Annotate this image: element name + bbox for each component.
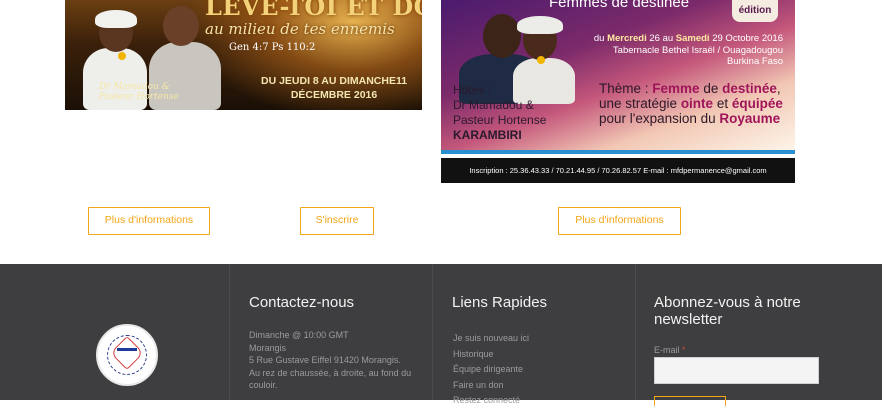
banner2-divider: [441, 150, 795, 154]
theme-text-part: de: [699, 81, 723, 96]
theme-word: destinée: [722, 81, 777, 96]
speakers-caption: Dr Mamadou & Pasteur Hortense: [99, 82, 179, 102]
theme-text-part: et: [713, 96, 732, 111]
quick-link-new-here[interactable]: Je suis nouveau ici: [453, 331, 529, 347]
caption-line1: Dr Mamadou &: [99, 82, 170, 92]
event-banner-femmes-de-destinee[interactable]: Femmes de destinée édition du Mercredi 2…: [441, 0, 795, 183]
newsletter-email-input[interactable]: [654, 357, 819, 384]
banner-title: LÈVE-TOI ET DOMINE: [205, 0, 422, 21]
site-footer: Contactez-nous Dimanche @ 10:00 GMT Mora…: [0, 264, 882, 406]
footer-newsletter-column: Abonnez-vous à notre newsletter E-mail *: [635, 264, 882, 406]
hosts-line1: Dr Mamadou &: [453, 98, 534, 112]
quick-links-heading: Liens Rapides: [452, 294, 548, 311]
venue: Tabernacle Bethel Israël / Ouagadougou: [612, 44, 783, 56]
microphone-icon: [118, 52, 126, 60]
required-mark: *: [682, 345, 686, 355]
microphone-icon: [537, 56, 545, 64]
contact-directions: Au rez de chaussée, à droite, au fond du…: [249, 367, 412, 391]
theme-word: ointe: [680, 96, 714, 111]
more-info-button[interactable]: Plus d'informations: [88, 207, 210, 235]
logo-stripe: [117, 348, 137, 351]
theme-word: équipée: [731, 96, 783, 111]
event-banner-leve-toi[interactable]: LÈVE-TOI ET DOMINE au milieu de tes enne…: [65, 0, 422, 110]
newsletter-heading: Abonnez-vous à notre newsletter: [654, 294, 801, 328]
quick-link-history[interactable]: Historique: [453, 347, 529, 363]
dates-end: Samedi: [675, 33, 710, 44]
register-button[interactable]: S'inscrire: [300, 207, 374, 235]
contact-city: Morangis: [249, 342, 287, 353]
man-head: [483, 14, 521, 58]
church-logo[interactable]: [96, 324, 158, 386]
theme-text-part: pour l'expansion du: [599, 111, 720, 126]
dates-line: du Mercredi 26 au Samedi 29 Octobre 2016: [567, 33, 783, 45]
hosts-line2: Pasteur Hortense: [453, 113, 547, 127]
bible-reference: Gen 4:7 Ps 110:2: [229, 42, 316, 53]
email-label: E-mail *: [654, 345, 686, 355]
subscribe-button[interactable]: [654, 396, 726, 406]
dates-line1: DU JEUDI 8 AU DIMANCHE11: [261, 75, 408, 87]
more-info-button-2[interactable]: Plus d'informations: [558, 207, 681, 235]
banner2-heading: Femmes de destinée: [549, 0, 690, 11]
hosts-name: KARAMBIRI: [453, 128, 522, 142]
footer-links-column: Liens Rapides Je suis nouveau ici Histor…: [432, 264, 634, 405]
country: Burkina Faso: [727, 56, 783, 67]
theme-prefix: Thème :: [599, 81, 653, 96]
banner-dates: DU JEUDI 8 AU DIMANCHE11 DÉCEMBRE 2016: [261, 74, 407, 102]
dates-mid: 26 au: [646, 33, 676, 44]
footer-logo-column: [0, 264, 228, 400]
banner2-contact-strip: Inscription : 25.36.43.33 / 70.21.44.95 …: [441, 158, 795, 183]
theme-word: Royaume: [719, 111, 781, 126]
contact-time: Dimanche @ 10:00 GMT: [249, 330, 349, 340]
contact-heading: Contactez-nous: [249, 294, 355, 311]
theme-text: Thème : Femme de destinée, une stratégie…: [599, 81, 791, 126]
dates-line2: DÉCEMBRE 2016: [290, 89, 378, 101]
man-head: [163, 6, 199, 46]
woman-headwrap: [95, 10, 137, 28]
dates-prefix: du: [593, 33, 605, 44]
woman-headwrap: [517, 16, 563, 34]
email-label-text: E-mail: [654, 345, 680, 355]
footer-contact-column: Contactez-nous Dimanche @ 10:00 GMT Mora…: [229, 264, 431, 400]
banner2-dates: du Mercredi 26 au Samedi 29 Octobre 2016…: [567, 33, 783, 68]
caption-line2: Pasteur Hortense: [99, 92, 179, 102]
main-content: LÈVE-TOI ET DOMINE au milieu de tes enne…: [0, 0, 882, 264]
dates-suffix: 29 Octobre 2016: [709, 33, 783, 44]
quick-links-list: Je suis nouveau ici Historique Équipe di…: [453, 331, 529, 409]
hosts-block: Hôtes : Dr Mamadou & Pasteur Hortense KA…: [453, 83, 546, 143]
edition-badge: édition: [732, 0, 778, 22]
quick-link-leadership[interactable]: Équipe dirigeante: [453, 362, 529, 378]
banner-subtitle: au milieu de tes ennemis: [205, 20, 395, 38]
quick-link-donate[interactable]: Faire un don: [453, 378, 529, 394]
theme-word: Femme: [652, 81, 700, 96]
dates-start: Mercredi: [607, 33, 647, 44]
hosts-label: Hôtes :: [453, 83, 492, 97]
contact-address: 5 Rue Gustave Eiffel 91420 Morangis.: [249, 355, 401, 365]
contact-details: Dimanche @ 10:00 GMT Morangis 5 Rue Gust…: [249, 329, 429, 392]
quick-link-stay-connected[interactable]: Restez connecté: [453, 393, 529, 409]
